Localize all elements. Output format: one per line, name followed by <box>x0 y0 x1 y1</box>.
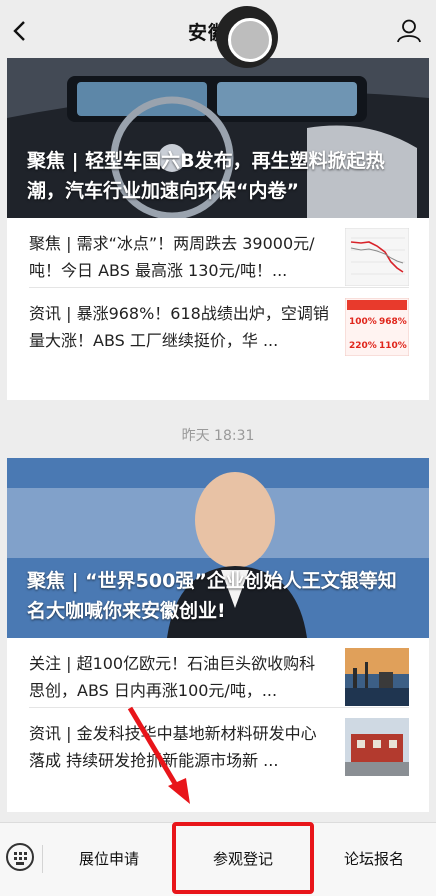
divider <box>42 845 43 873</box>
hero-caption: 聚焦 | 轻型车国六B发布，再生塑料掀起热潮，汽车行业加速向环保“内卷” <box>27 150 385 202</box>
article-title: 资讯 | 暴涨968%！618战绩出炉，空调销量大涨！ABS 工厂继续挺价，华 … <box>29 304 329 350</box>
stat-value: 968% <box>379 317 407 327</box>
article-title: 聚焦 | 需求“冰点”！两周跌去 39000元/吨！今日 ABS 最高涨 130… <box>29 234 315 280</box>
floating-capsule-icon[interactable] <box>216 6 278 68</box>
menu-item-forum-signup[interactable]: 论坛报名 <box>312 823 436 895</box>
stat-value: 220% <box>349 341 377 351</box>
article-card: 聚焦 | 轻型车国六B发布，再生塑料掀起热潮，汽车行业加速向环保“内卷” 聚焦 … <box>7 58 429 400</box>
hero-article[interactable]: 聚焦 | “世界500强”企业创始人王文银等知名大咖喊你来安徽创业! <box>7 458 429 638</box>
stat-value: 110% <box>379 341 407 351</box>
list-item[interactable]: 关注 | 超100亿欧元！石油巨头欲收购科思创，ABS 日内再涨100元/吨，.… <box>7 638 429 708</box>
stat-value: 100% <box>349 317 377 327</box>
hero-article[interactable]: 聚焦 | 轻型车国六B发布，再生塑料掀起热潮，汽车行业加速向环保“内卷” <box>7 58 429 218</box>
timestamp: 昨天 18:31 <box>181 428 255 444</box>
hero-caption: 聚焦 | “世界500强”企业创始人王文银等知名大咖喊你来安徽创业! <box>27 570 397 622</box>
menu-item-booth-application[interactable]: 展位申请 <box>44 823 174 895</box>
user-icon[interactable] <box>396 18 422 44</box>
list-item[interactable]: 资讯 | 金发科技华中基地新材料研发中心落成 持续研发抢抓新能源市场新 ... <box>7 708 429 778</box>
keyboard-icon[interactable] <box>6 843 34 871</box>
red-arrow-annotation <box>127 706 190 804</box>
list-item[interactable]: 聚焦 | 需求“冰点”！两周跌去 39000元/吨！今日 ABS 最高涨 130… <box>7 218 429 288</box>
refinery-thumbnail <box>345 648 409 706</box>
highlight-box <box>172 822 314 894</box>
percentage-stats-thumbnail: 100% 968% 220% 110% <box>345 298 409 356</box>
building-thumbnail <box>345 718 409 776</box>
list-item[interactable]: 资讯 | 暴涨968%！618战绩出炉，空调销量大涨！ABS 工厂继续挺价，华 … <box>7 288 429 358</box>
line-chart-thumbnail <box>345 228 409 286</box>
article-title: 关注 | 超100亿欧元！石油巨头欲收购科思创，ABS 日内再涨100元/吨，.… <box>29 654 316 700</box>
article-card: 聚焦 | “世界500强”企业创始人王文银等知名大咖喊你来安徽创业! 关注 | … <box>7 458 429 812</box>
